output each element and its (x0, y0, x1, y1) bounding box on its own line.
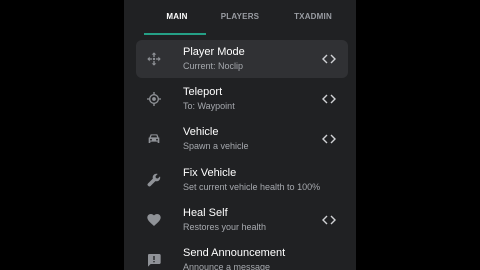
tab-txadmin[interactable]: TXADMIN (272, 12, 354, 26)
car-icon (146, 131, 162, 147)
heart-icon (146, 212, 162, 228)
left-right-arrows-icon[interactable] (322, 214, 336, 226)
menu-item-subtitle: Spawn a vehicle (183, 141, 249, 151)
active-tab-indicator (144, 33, 206, 35)
menu-item-teleport[interactable]: Teleport To: Waypoint (136, 80, 348, 118)
menu-item-title: Player Mode (183, 46, 245, 58)
move-icon (146, 51, 162, 67)
wrench-icon (146, 172, 162, 188)
menu-panel: MAIN PLAYERS TXADMIN Player Mode Current… (124, 0, 356, 270)
menu-item-fix-vehicle[interactable]: Fix Vehicle Set current vehicle health t… (136, 161, 348, 199)
menu-item-title: Send Announcement (183, 247, 286, 259)
menu-item-heal-self[interactable]: Heal Self Restores your health (136, 201, 348, 239)
menu-item-subtitle: Restores your health (183, 222, 267, 232)
announcement-icon (146, 252, 162, 268)
menu-item-subtitle: To: Waypoint (183, 101, 235, 111)
menu-item-title: Heal Self (183, 207, 228, 219)
screen: MAIN PLAYERS TXADMIN Player Mode Current… (0, 0, 480, 270)
tab-players[interactable]: PLAYERS (198, 12, 282, 26)
left-right-arrows-icon[interactable] (322, 93, 336, 105)
menu-item-vehicle[interactable]: Vehicle Spawn a vehicle (136, 120, 348, 158)
menu-item-player-mode[interactable]: Player Mode Current: Noclip (136, 40, 348, 78)
menu-item-send-announcement[interactable]: Send Announcement Announce a message (136, 241, 348, 270)
crosshair-icon (146, 91, 162, 107)
left-right-arrows-icon[interactable] (322, 53, 336, 65)
menu-item-title: Teleport (183, 86, 223, 98)
left-right-arrows-icon[interactable] (322, 133, 336, 145)
tab-bar: MAIN PLAYERS TXADMIN (124, 0, 356, 35)
menu-item-title: Fix Vehicle (183, 167, 237, 179)
menu-item-subtitle: Set current vehicle health to 100% (183, 182, 321, 192)
menu-item-title: Vehicle (183, 126, 219, 138)
menu-item-subtitle: Current: Noclip (183, 61, 244, 71)
menu-item-subtitle: Announce a message (183, 262, 271, 270)
